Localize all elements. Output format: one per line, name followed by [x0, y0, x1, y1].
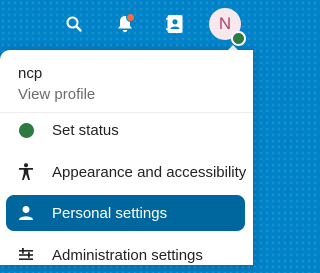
menu-item-label: Personal settings — [52, 204, 168, 222]
menu-item-set-status[interactable]: Set status — [6, 112, 245, 148]
menu-item-label: Appearance and accessibility — [52, 163, 247, 181]
online-status-indicator — [231, 31, 246, 46]
search-icon[interactable] — [62, 12, 86, 36]
view-profile-link[interactable]: View profile — [18, 86, 95, 103]
notification-badge — [126, 13, 135, 22]
admin-settings-icon — [6, 247, 46, 263]
contacts-icon[interactable] — [163, 12, 187, 36]
avatar-initial: N — [218, 14, 232, 33]
menu-item-personal-settings[interactable]: Personal settings — [6, 195, 245, 231]
notifications-icon[interactable] — [113, 12, 137, 36]
status-dot-icon — [18, 122, 34, 138]
menu-item-label: Administration settings — [52, 246, 203, 264]
menu-item-administration-settings[interactable]: Administration settings — [6, 237, 245, 273]
profile-name: ncp — [18, 65, 43, 82]
user-menu: ncp View profile Set status Appearance a… — [0, 50, 253, 265]
header-bar: N — [0, 0, 261, 48]
menu-item-appearance[interactable]: Appearance and accessibility — [6, 154, 247, 190]
menu-item-label: Set status — [52, 121, 119, 139]
person-icon — [6, 205, 46, 221]
accessibility-icon — [6, 163, 46, 181]
